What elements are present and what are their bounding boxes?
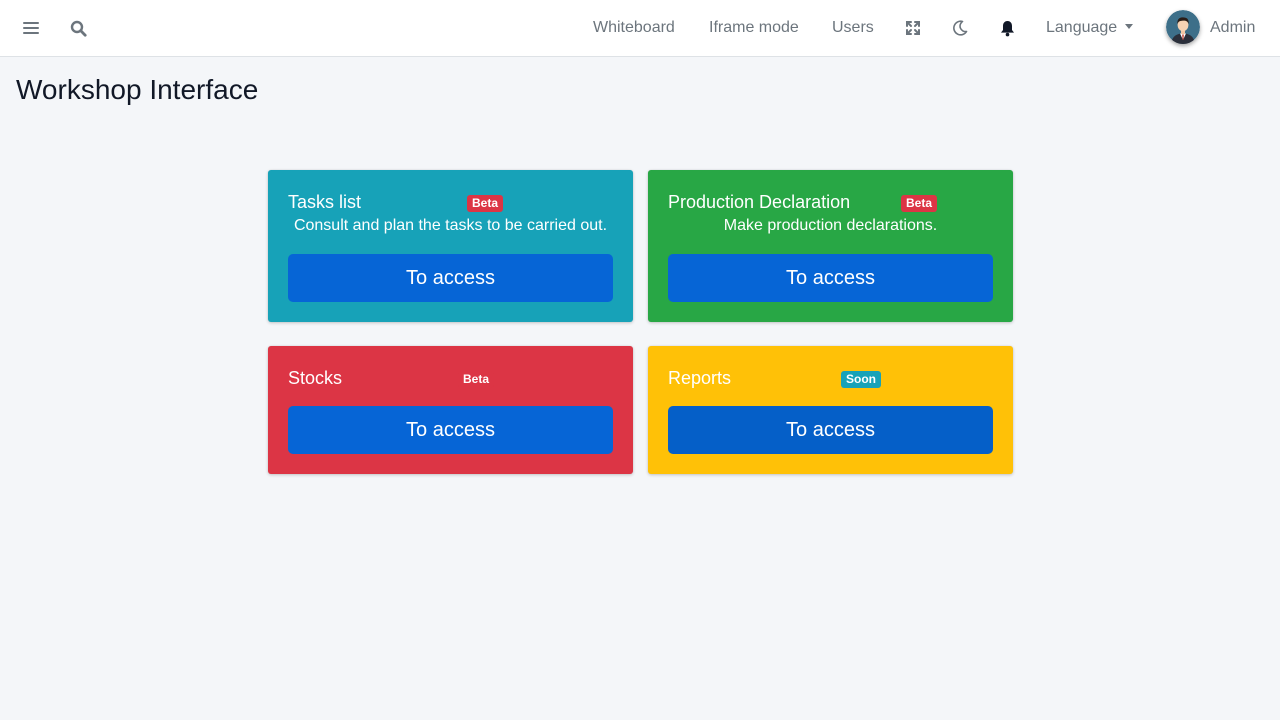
card-tasks-list: Tasks list Beta Consult and plan the tas… <box>268 170 633 322</box>
production-declaration-access-button[interactable]: To access <box>668 254 993 302</box>
nav-link-whiteboard[interactable]: Whiteboard <box>593 18 675 38</box>
moon-icon[interactable] <box>950 18 970 38</box>
page-title: Workshop Interface <box>16 74 259 105</box>
card-title: Tasks list <box>288 192 362 212</box>
top-navbar: Whiteboard Iframe mode Users Language Ad… <box>0 0 1280 57</box>
card-title: Stocks <box>288 368 343 388</box>
nav-link-iframe-mode[interactable]: Iframe mode <box>709 18 799 38</box>
avatar[interactable] <box>1166 10 1200 44</box>
card-stocks: Stocks Beta To access <box>268 346 633 474</box>
card-reports: Reports Soon To access <box>648 346 1013 474</box>
user-name[interactable]: Admin <box>1210 18 1255 38</box>
soon-badge: Soon <box>841 371 881 388</box>
expand-icon[interactable] <box>903 18 923 38</box>
language-label: Language <box>1046 19 1118 36</box>
card-production-declaration: Production Declaration Beta Make product… <box>648 170 1013 322</box>
hamburger-icon[interactable] <box>21 18 41 38</box>
beta-badge: Beta <box>458 371 495 388</box>
card-description: Consult and plan the tasks to be carried… <box>293 217 608 234</box>
beta-badge: Beta <box>467 195 504 212</box>
bell-icon[interactable] <box>997 18 1017 38</box>
card-title: Reports <box>668 368 732 388</box>
search-icon[interactable] <box>68 18 88 38</box>
caret-down-icon <box>1125 24 1134 29</box>
tasks-list-access-button[interactable]: To access <box>288 254 613 302</box>
stocks-access-button[interactable]: To access <box>288 406 613 454</box>
nav-link-users[interactable]: Users <box>832 18 874 38</box>
card-description: Make production declarations. <box>723 217 938 234</box>
card-title: Production Declaration <box>668 192 851 212</box>
reports-access-button[interactable]: To access <box>668 406 993 454</box>
language-dropdown[interactable]: Language <box>1046 18 1134 38</box>
beta-badge: Beta <box>901 195 938 212</box>
